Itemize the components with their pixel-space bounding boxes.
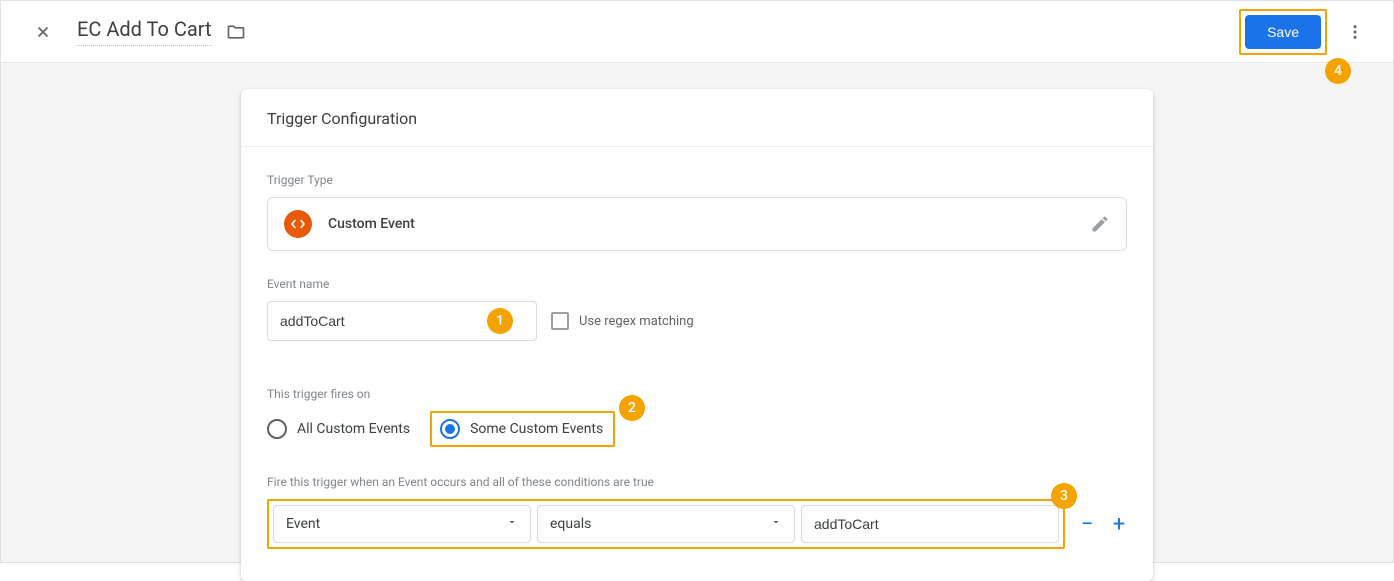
radio-all-events[interactable]: All Custom Events xyxy=(267,419,410,439)
annotation-badge-4: 4 xyxy=(1325,58,1351,84)
trigger-title[interactable]: EC Add To Cart xyxy=(77,17,212,46)
annotation-badge-3: 3 xyxy=(1051,483,1077,509)
close-icon xyxy=(34,23,52,41)
folder-icon[interactable] xyxy=(226,22,246,42)
condition-highlight: Event equals xyxy=(267,499,1065,549)
edit-type-button[interactable] xyxy=(1090,214,1110,234)
fires-on-label: This trigger fires on xyxy=(267,387,1127,401)
trigger-type-row[interactable]: Custom Event xyxy=(267,197,1127,251)
chevron-down-icon xyxy=(506,516,518,532)
regex-label: Use regex matching xyxy=(579,314,694,329)
trigger-config-card: Trigger Configuration Trigger Type Custo… xyxy=(241,89,1153,581)
radio-some-events[interactable]: Some Custom Events xyxy=(440,419,603,439)
top-bar: EC Add To Cart Save xyxy=(1,1,1393,63)
trigger-type-name: Custom Event xyxy=(328,216,1074,232)
save-highlight: Save xyxy=(1239,9,1327,55)
more-menu-button[interactable] xyxy=(1335,12,1375,52)
condition-label: Fire this trigger when an Event occurs a… xyxy=(267,475,1127,489)
remove-condition-button[interactable]: − xyxy=(1079,512,1095,537)
some-events-highlight: Some Custom Events xyxy=(430,411,615,447)
condition-operator-select[interactable]: equals xyxy=(537,505,795,543)
event-name-label: Event name xyxy=(267,277,1127,291)
chevron-down-icon xyxy=(770,516,782,532)
condition-variable-select[interactable]: Event xyxy=(273,505,531,543)
save-button[interactable]: Save xyxy=(1245,15,1321,49)
condition-value-input[interactable] xyxy=(801,505,1059,543)
add-condition-button[interactable]: + xyxy=(1111,512,1127,537)
annotation-badge-1: 1 xyxy=(487,308,513,334)
more-vert-icon xyxy=(1346,23,1364,41)
custom-event-icon xyxy=(284,210,312,238)
annotation-badge-2: 2 xyxy=(619,395,645,421)
close-button[interactable] xyxy=(23,12,63,52)
content-area: Trigger Configuration Trigger Type Custo… xyxy=(1,63,1393,562)
pencil-icon xyxy=(1090,214,1110,234)
regex-checkbox[interactable] xyxy=(551,312,569,330)
card-title: Trigger Configuration xyxy=(241,89,1153,147)
trigger-type-label: Trigger Type xyxy=(267,173,1127,187)
radio-unselected-icon xyxy=(267,419,287,439)
radio-selected-icon xyxy=(440,419,460,439)
